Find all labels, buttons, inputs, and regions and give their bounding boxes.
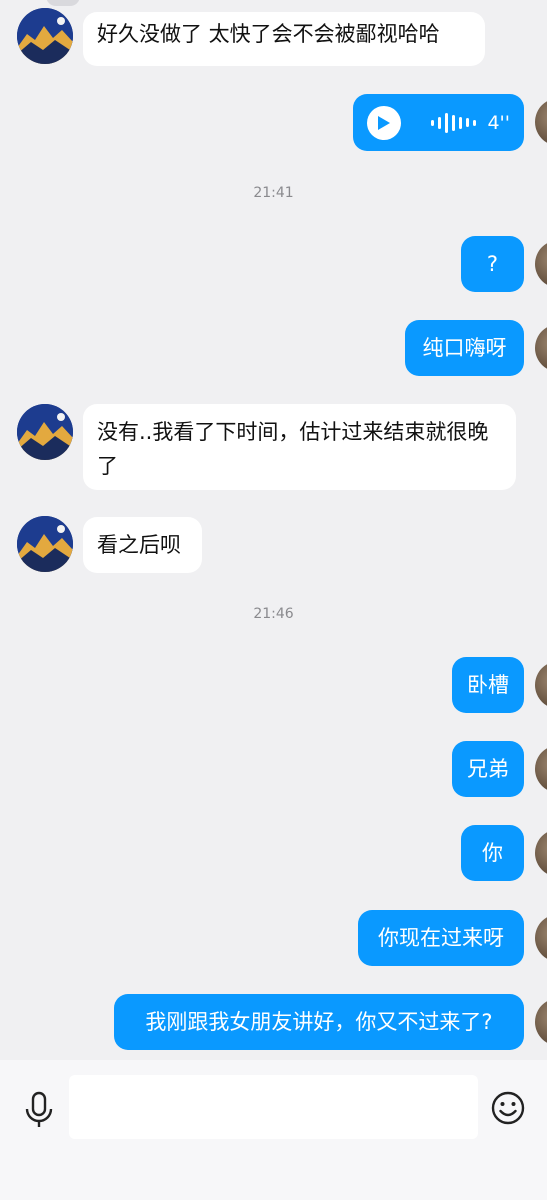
outgoing-message[interactable]: 卧槽 [452,657,524,713]
message-text: 好久没做了 太快了会不会被鄙视哈哈 [97,22,440,46]
message-text: 没有..我看了下时间，估计过来结束就很晚了 [97,420,489,478]
contact-avatar[interactable] [17,8,73,64]
my-avatar[interactable] [535,98,547,146]
message-text: 卧槽 [467,673,509,697]
message-text: ? [486,252,499,276]
outgoing-message[interactable]: 你现在过来呀 [358,910,524,966]
incoming-message[interactable]: 好久没做了 太快了会不会被鄙视哈哈 [83,12,485,66]
chat-message-list[interactable]: 好久没做了 太快了会不会被鄙视哈哈 4'' 21:41 ? 纯口嗨呀 没有..我… [0,0,547,1060]
my-avatar[interactable] [535,240,547,288]
contact-avatar[interactable] [17,404,73,460]
incoming-message[interactable]: 没有..我看了下时间，估计过来结束就很晚了 [83,404,516,490]
message-text: 我刚跟我女朋友讲好，你又不过来了? [145,1010,493,1034]
timestamp: 21:46 [253,606,294,622]
message-text: 看之后呗 [97,533,181,557]
outgoing-message[interactable]: ? [461,236,524,292]
timestamp: 21:41 [253,185,294,201]
my-avatar[interactable] [535,324,547,372]
play-icon[interactable] [367,105,401,140]
outgoing-message[interactable]: 纯口嗨呀 [405,320,524,376]
message-text-input[interactable] [69,1075,478,1139]
voice-message[interactable]: 4'' [353,94,524,151]
message-text: 纯口嗨呀 [422,336,507,360]
audio-waveform-icon [431,110,476,136]
my-avatar[interactable] [535,745,547,793]
incoming-message[interactable]: 看之后呗 [83,517,202,573]
outgoing-message[interactable]: 我刚跟我女朋友讲好，你又不过来了? [114,994,524,1050]
partial-header-element [46,0,80,6]
my-avatar[interactable] [535,661,547,709]
outgoing-message[interactable]: 你 [461,825,524,881]
message-text: 你现在过来呀 [378,926,504,950]
my-avatar[interactable] [535,829,547,877]
smiley-icon[interactable] [490,1090,526,1126]
outgoing-message[interactable]: 兄弟 [452,741,524,797]
voice-duration: 4'' [487,111,510,134]
message-input-bar [0,1060,547,1200]
message-text: 你 [482,841,503,865]
microphone-icon[interactable] [22,1090,56,1130]
contact-avatar[interactable] [17,516,73,572]
my-avatar[interactable] [535,998,547,1046]
my-avatar[interactable] [535,914,547,962]
message-text: 兄弟 [467,757,509,781]
